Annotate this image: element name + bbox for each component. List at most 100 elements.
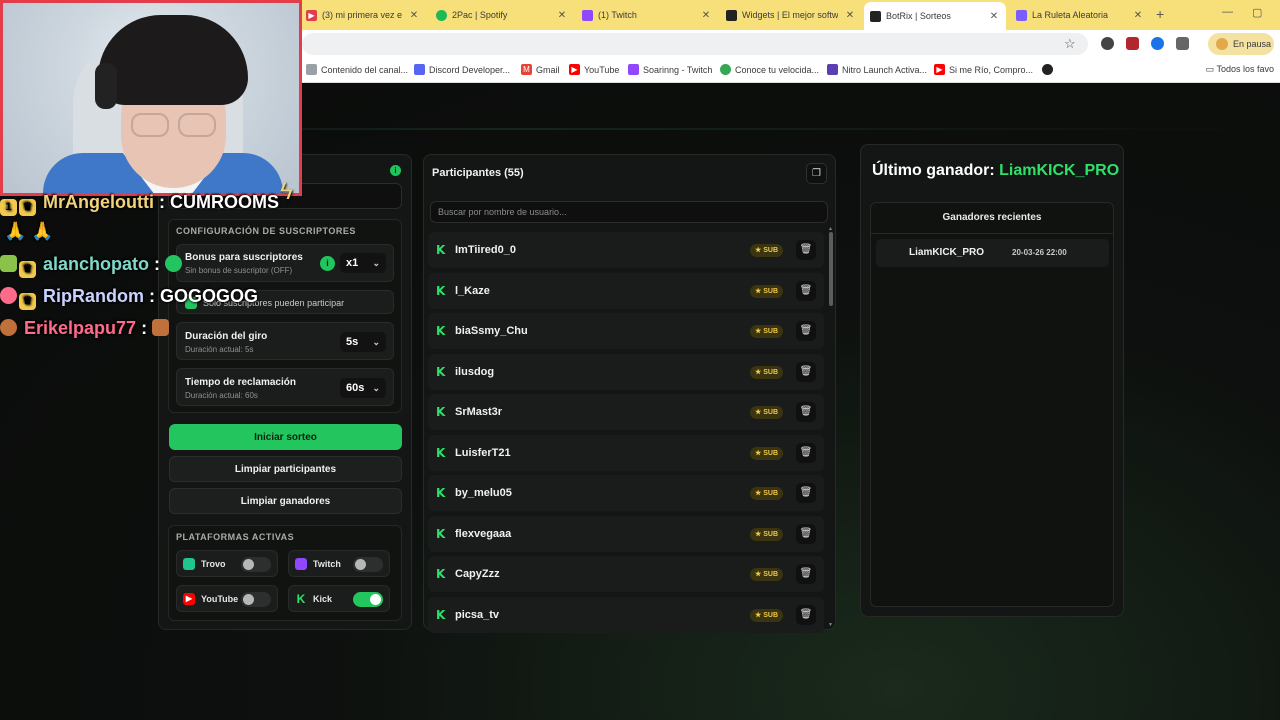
trash-icon[interactable]: 🗑 [796, 240, 816, 260]
trash-icon[interactable]: 🗑 [796, 523, 816, 544]
section-title: CONFIGURACIÓN DE SUSCRIPTORES [176, 226, 356, 236]
close-icon[interactable]: ✕ [1132, 10, 1144, 21]
copy-icon[interactable]: ❐ [806, 163, 827, 184]
trash-icon[interactable]: 🗑 [796, 564, 816, 584]
tab-youtube-video[interactable]: ▶ (3) mi primera vez en FRE ✕ [300, 4, 426, 26]
participant-name: flexvegaaa [455, 527, 512, 540]
start-raffle-button[interactable]: Iniciar sorteo [169, 424, 402, 450]
emote-icon [152, 319, 170, 336]
scroll-down-icon[interactable]: ▼ [828, 622, 833, 628]
participant-row[interactable]: KbiaSsmy_Chu ★ SUB 🗑 [428, 313, 824, 349]
participant-row[interactable]: K LuisferT21 ★ SUB 🗑 [428, 434, 824, 471]
trash-icon[interactable]: 🗑 [796, 321, 816, 341]
kick-icon: K [436, 445, 446, 460]
close-icon[interactable]: ✕ [988, 11, 1000, 22]
kick-icon: K [436, 243, 446, 257]
tab-widgets[interactable]: Widgets | El mejor softwa ✕ [720, 4, 862, 26]
youtube-toggle[interactable] [241, 592, 271, 607]
bookmark-item[interactable]: Contenido del canal... [306, 64, 408, 75]
participant-name: ImTiired0_0 [455, 244, 516, 256]
sub-badge: ★ SUB [750, 568, 783, 581]
kick-icon: K [436, 405, 446, 419]
youtube-icon: ▶ [183, 592, 195, 605]
bookmark-item[interactable]: ▶ YouTube [569, 64, 619, 75]
trash-icon[interactable]: 🗑 [796, 604, 816, 625]
bookmark-item[interactable]: ▶ Si me Río, Compro... [934, 64, 1033, 75]
close-icon[interactable]: ✕ [408, 10, 420, 21]
divider [871, 233, 1113, 234]
participant-row[interactable]: K ImTiired0_0 ★ SUB 🗑 [428, 232, 824, 268]
participant-search-input[interactable] [430, 201, 828, 223]
trash-icon[interactable]: 🗑 [796, 361, 816, 382]
extension-icon[interactable] [1151, 37, 1164, 50]
minimize-icon[interactable]: — [1222, 6, 1233, 18]
participant-row[interactable]: Kflexvegaaa ★ SUB 🗑 [428, 515, 824, 552]
bookmark-item[interactable]: Discord Developer... [414, 64, 510, 75]
card-title: Duración del giro [185, 331, 268, 342]
clear-winners-button[interactable]: Limpiar ganadores [169, 488, 402, 514]
close-icon[interactable]: ✕ [700, 10, 712, 21]
participant-row[interactable]: Kl_Kaze ★ SUB 🗑 [428, 272, 824, 309]
last-winner-name: LiamKICK_PRO [999, 162, 1120, 179]
close-icon[interactable]: ✕ [844, 10, 856, 21]
trash-icon[interactable]: 🗑 [796, 402, 816, 422]
twitch-toggle[interactable] [353, 557, 383, 572]
bookmark-item[interactable]: M Gmail [521, 64, 560, 75]
puzzle-icon[interactable] [1176, 37, 1189, 50]
close-icon[interactable]: ✕ [556, 10, 568, 21]
trash-icon[interactable]: 🗑 [796, 442, 816, 463]
youtube-icon: ▶ [569, 64, 580, 75]
extension-icon[interactable] [1126, 37, 1139, 50]
participant-name: ilusdog [455, 365, 495, 378]
address-bar[interactable] [302, 33, 1088, 55]
recent-winner-row: LiamKICK_PRO 20-03-26 22:00 [876, 239, 1109, 267]
participant-name: l_Kaze [455, 284, 490, 297]
bookmark-item[interactable]: Conoce tu velocida... [720, 64, 819, 75]
card-subtitle: Duración actual: 5s [185, 345, 254, 354]
chevron-down-icon: ⌄ [372, 382, 380, 393]
tab-twitch[interactable]: (1) Twitch ✕ [576, 4, 718, 26]
participant-row[interactable]: Kby_melu05 ★ SUB 🗑 [428, 475, 824, 511]
bookmark-item[interactable] [1042, 64, 1057, 75]
section-title: PLATAFORMAS ACTIVAS [176, 532, 295, 542]
spin-duration-dropdown[interactable]: 5s ⌄ [340, 332, 386, 352]
bonus-multiplier-dropdown[interactable]: x1 ⌄ [340, 253, 386, 273]
emote-badge-icon [0, 255, 17, 272]
participant-row[interactable]: Kilusdog ★ SUB 🗑 [428, 353, 824, 390]
chat-username: alanchopato [43, 254, 150, 274]
crown-icon: ♛ [19, 199, 36, 216]
extension-icon[interactable] [1101, 37, 1114, 50]
kick-toggle[interactable] [353, 592, 383, 607]
recent-winner-date: 20-03-26 22:00 [1012, 248, 1067, 257]
maximize-icon[interactable]: ▢ [1252, 6, 1262, 19]
info-icon[interactable]: i [320, 256, 335, 271]
webcam-glasses [178, 113, 216, 137]
nitro-icon [827, 64, 838, 75]
claim-time-dropdown[interactable]: 60s ⌄ [340, 378, 386, 398]
all-bookmarks-folder[interactable]: ▭ Todos los favo [1206, 64, 1274, 75]
participant-name: CapyZzz [455, 568, 500, 580]
tab-ruleta-aleatoria[interactable]: La Ruleta Aleatoria ✕ [1010, 4, 1150, 26]
profile-paused-button[interactable]: En pausa [1208, 33, 1274, 55]
participant-name: biaSsmy_Chu [455, 325, 528, 337]
tab-spotify[interactable]: 2Pac | Spotify ✕ [430, 4, 574, 26]
bookmark-star-icon[interactable]: ☆ [1064, 36, 1076, 52]
new-tab-button[interactable]: + [1156, 6, 1164, 22]
sub-badge: ★ SUB [750, 244, 783, 257]
trash-icon[interactable]: 🗑 [796, 483, 816, 503]
clear-participants-button[interactable]: Limpiar participantes [169, 456, 402, 482]
tab-botrix-sorteos[interactable]: BotRix | Sorteos ✕ [864, 2, 1006, 30]
participants-scrollbar[interactable] [829, 232, 833, 306]
bookmark-item[interactable]: Nitro Launch Activa... [827, 64, 927, 75]
kick-icon: K [436, 607, 446, 622]
gmail-icon: M [521, 64, 532, 75]
trash-icon[interactable]: 🗑 [796, 280, 816, 301]
participant-row[interactable]: Kpicsa_tv ★ SUB 🗑 [428, 596, 824, 633]
kick-icon: K [436, 567, 446, 581]
bookmark-item[interactable]: Soarinng - Twitch [628, 64, 712, 75]
trovo-toggle[interactable] [241, 557, 271, 572]
participant-row[interactable]: K CapyZzz ★ SUB 🗑 [428, 556, 824, 592]
participant-row[interactable]: K SrMast3r ★ SUB 🗑 [428, 394, 824, 430]
folder-icon: ▭ [1205, 64, 1217, 74]
participants-title: Participantes (55) [432, 167, 524, 179]
